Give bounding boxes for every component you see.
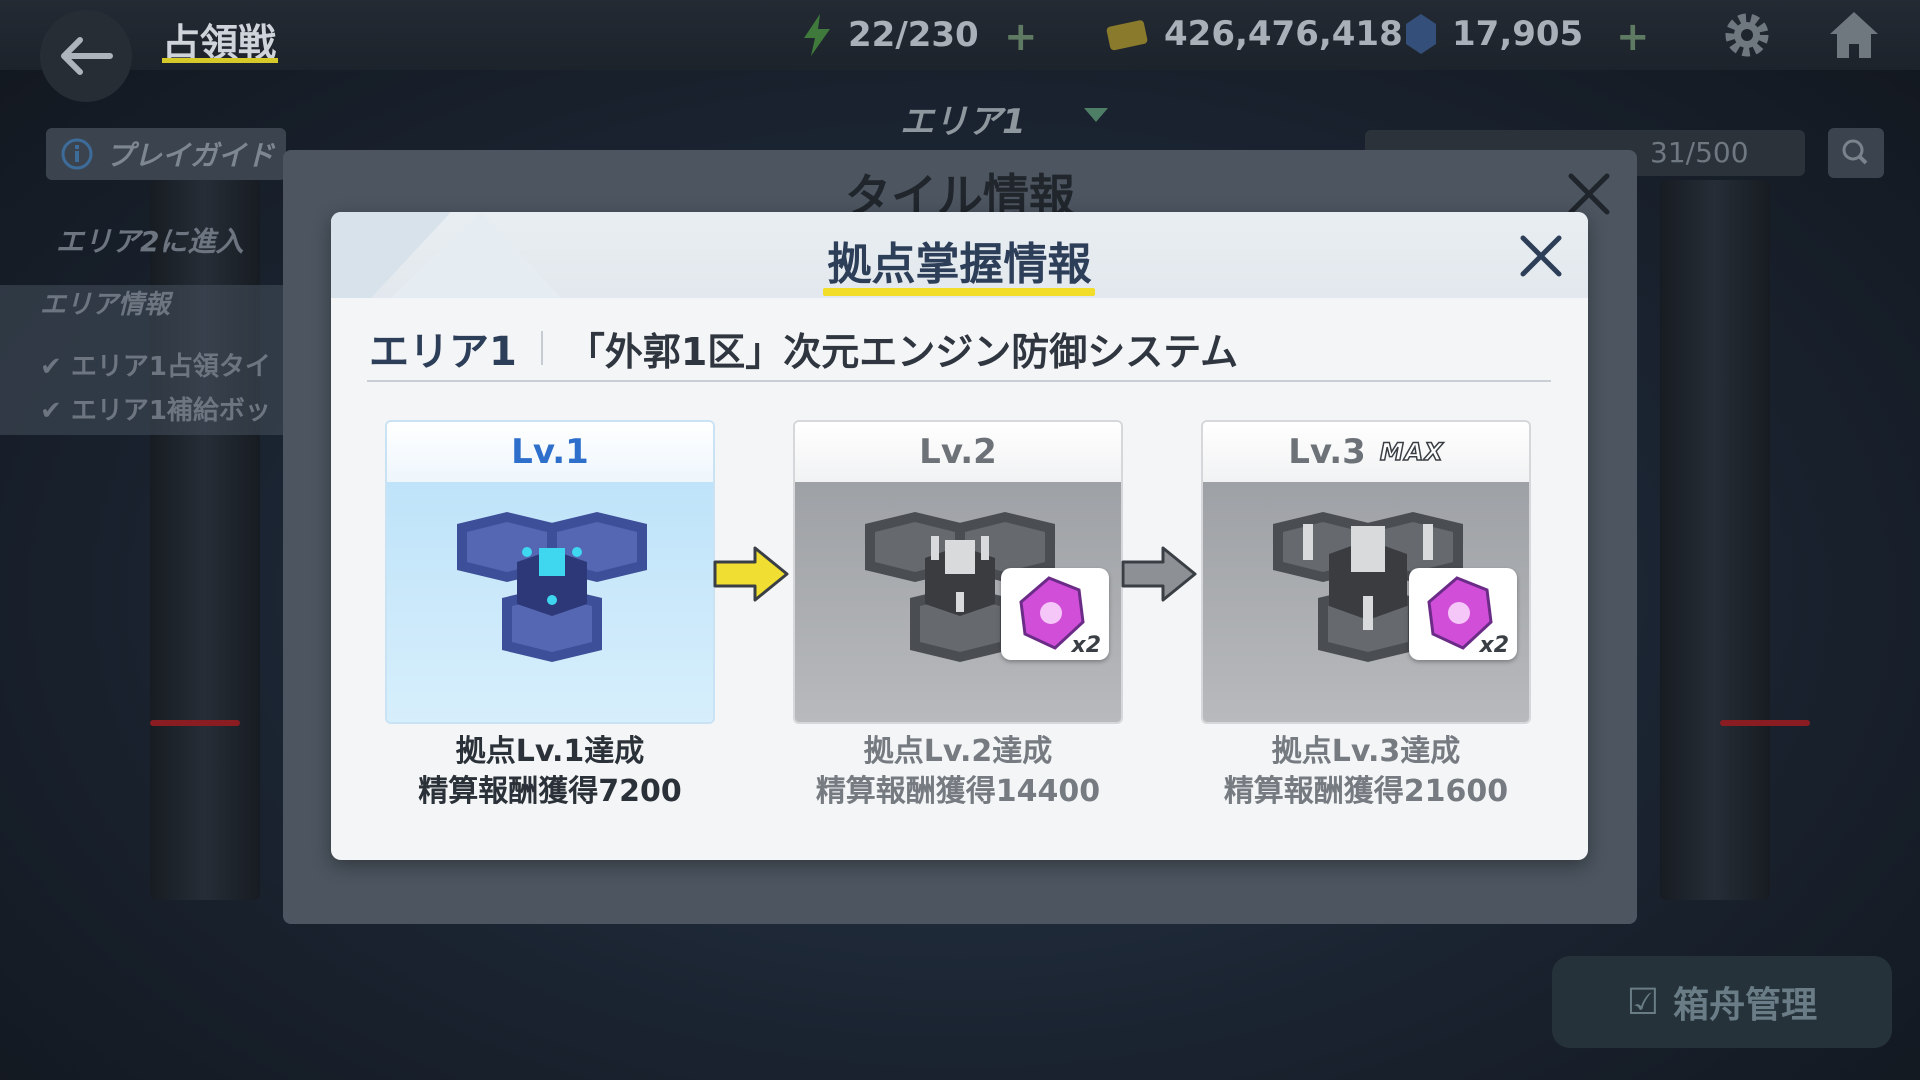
caption-line: 拠点Lv.2達成 [863, 734, 1053, 769]
max-badge: MAX [1379, 437, 1444, 467]
area-divider [540, 331, 543, 365]
modal-title: 拠点掌握情報 [827, 239, 1092, 290]
level-label: Lv.2 [795, 422, 1121, 482]
area-check-label: エリア1補給ボッ [70, 396, 271, 426]
level-card-1[interactable]: Lv.1 [385, 420, 715, 724]
level-label-row: Lv.3 MAX [1203, 422, 1529, 482]
caption-line: 拠点Lv.1達成 [455, 734, 645, 769]
close-icon [1520, 235, 1562, 277]
crystal-icon [1406, 14, 1436, 54]
coin-icon [1106, 20, 1148, 51]
page-title-underline [162, 58, 278, 63]
level-caption-1: 拠点Lv.1達成 精算報酬獲得7200 [385, 732, 715, 812]
level-image [387, 482, 713, 722]
ark-management-button[interactable]: ☑ 箱舟管理 [1552, 956, 1892, 1048]
search-icon [1842, 139, 1868, 165]
arrow-right-icon [713, 546, 789, 602]
area-check-item: ✔ エリア1占領タイ [40, 352, 271, 382]
caption-line: 拠点Lv.3達成 [1271, 734, 1461, 769]
coin-counter: 426,476,418 [1106, 14, 1403, 54]
coin-value: 426,476,418 [1164, 14, 1403, 54]
ark-management-label: 箱舟管理 [1673, 985, 1818, 1026]
top-bar: 占領戦 22/230 + 426,476,418 17,905 + [0, 0, 1920, 102]
caption-line: 精算報酬獲得7200 [418, 774, 682, 809]
modal-title-underline [823, 288, 1095, 296]
level-card-3[interactable]: Lv.3 MAX x2 [1201, 420, 1531, 724]
area-check-label: エリア1占領タイ [70, 352, 271, 382]
stamina-counter: 22/230 [800, 14, 979, 56]
area-description: 「外郭1区」次元エンジン防御システム [566, 329, 1239, 374]
checklist-icon: ☑ [1626, 981, 1660, 1023]
stamina-value: 22/230 [848, 15, 979, 55]
base-lv1-icon [457, 512, 647, 662]
info-icon [61, 138, 93, 170]
background-pillar [1660, 180, 1770, 900]
arrow-right-icon [1121, 546, 1197, 602]
chevron-down-icon [1084, 108, 1108, 122]
level-label: Lv.3 [1288, 432, 1366, 472]
reward-item[interactable]: x2 [1409, 568, 1517, 660]
lightning-icon [804, 14, 830, 56]
gem-value: 17,905 [1452, 14, 1584, 54]
background-accent [1720, 720, 1810, 726]
search-button[interactable] [1828, 128, 1884, 178]
gem-plus-button[interactable]: + [1616, 14, 1650, 60]
level-card-2[interactable]: Lv.2 x2 [793, 420, 1123, 724]
gem-counter: 17,905 [1404, 14, 1583, 54]
reward-item[interactable]: x2 [1001, 568, 1109, 660]
back-button[interactable] [40, 10, 132, 102]
play-guide-label: プレイガイド [106, 139, 275, 172]
area-select-dropdown[interactable]: エリア1 [900, 94, 1026, 143]
level-label: Lv.1 [387, 422, 713, 482]
area-check-item: ✔ エリア1補給ボッ [40, 396, 271, 426]
stamina-plus-button[interactable]: + [1004, 14, 1038, 60]
progress-value: 31/500 [1650, 136, 1749, 169]
section-divider [367, 380, 1551, 382]
close-icon [1568, 173, 1610, 215]
reward-count: x2 [1071, 633, 1102, 658]
base-info-modal: 拠点掌握情報 エリア1 「外郭1区」次元エンジン防御システム Lv.1 Lv.2… [331, 212, 1588, 860]
area-enter-notice: エリア2に進入 [56, 225, 244, 258]
level-caption-2: 拠点Lv.2達成 精算報酬獲得14400 [793, 732, 1123, 812]
caption-line: 精算報酬獲得14400 [815, 774, 1101, 809]
area-info-heading: エリア情報 [40, 290, 171, 320]
level-caption-3: 拠点Lv.3達成 精算報酬獲得21600 [1201, 732, 1531, 812]
reward-count: x2 [1479, 633, 1510, 658]
area-row: エリア1 「外郭1区」次元エンジン防御システム [369, 320, 1238, 376]
background-accent [150, 720, 240, 726]
caption-line: 精算報酬獲得21600 [1223, 774, 1509, 809]
gear-icon[interactable] [1720, 8, 1774, 66]
home-icon[interactable] [1826, 8, 1882, 66]
area-label: エリア1 [369, 329, 517, 375]
modal-close-button[interactable] [1515, 230, 1567, 282]
play-guide-button[interactable]: プレイガイド [46, 128, 286, 180]
back-arrow-icon [61, 37, 113, 75]
tile-info-close-button[interactable] [1565, 170, 1613, 218]
